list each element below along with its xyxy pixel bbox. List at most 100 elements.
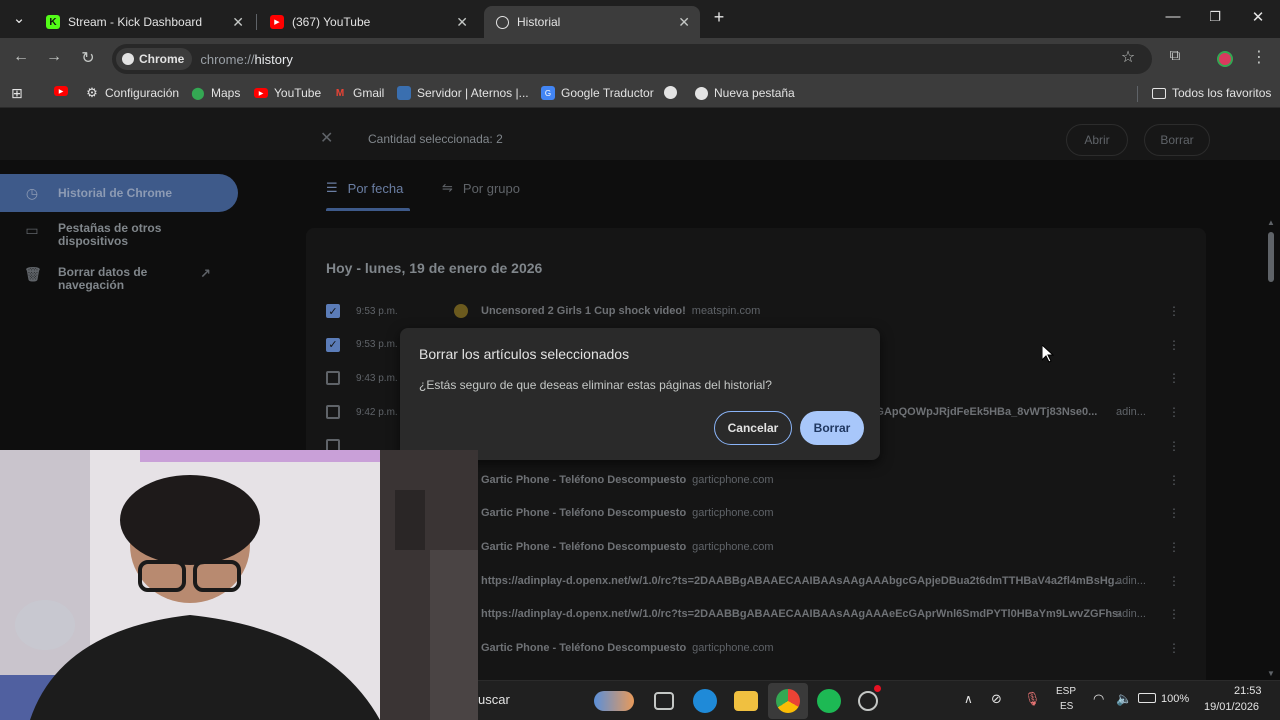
bookmark-configuracion[interactable]: ⚙ Configuración [85, 85, 179, 100]
scroll-down-icon[interactable]: ▼ [1267, 669, 1275, 678]
forward-icon[interactable]: → [43, 48, 65, 66]
spotify-icon[interactable] [817, 689, 841, 713]
confirm-delete-button[interactable]: Borrar [800, 411, 864, 445]
row-title-link[interactable]: Gartic Phone - Teléfono Descompuesto gart… [481, 541, 774, 553]
language-top[interactable]: ESP [1056, 686, 1076, 697]
dialog-body: ¿Estás seguro de que deseas eliminar est… [419, 378, 772, 392]
back-icon[interactable]: ← [10, 48, 32, 66]
cancel-button[interactable]: Cancelar [714, 411, 792, 445]
profile-avatar[interactable] [1217, 51, 1233, 67]
clear-selection-icon[interactable]: ✕ [320, 128, 333, 148]
tab-youtube[interactable]: ▶ (367) YouTube ✕ [258, 6, 478, 38]
close-icon[interactable]: ✕ [232, 14, 244, 31]
scroll-thumb[interactable] [1268, 232, 1274, 282]
translate-icon: G [541, 86, 555, 100]
taskbar-search[interactable]: uscar [478, 692, 510, 707]
group-icon: ⇋ [442, 180, 453, 195]
tab-por-grupo[interactable]: ⇋ Por grupo [442, 180, 520, 196]
close-icon[interactable]: ✕ [678, 14, 690, 31]
tab-kick[interactable]: K Stream - Kick Dashboard ✕ [34, 6, 254, 38]
row-menu-icon[interactable]: ⋮ [1168, 540, 1180, 554]
row-menu-icon[interactable]: ⋮ [1168, 439, 1180, 453]
app-icon[interactable] [858, 691, 878, 711]
bookmark-gmail[interactable]: M Gmail [333, 86, 385, 100]
language-bottom[interactable]: ES [1060, 701, 1073, 712]
extensions-icon[interactable]: ⧉ [1164, 47, 1186, 64]
close-icon[interactable]: ✕ [456, 14, 468, 31]
row-menu-icon[interactable]: ⋮ [1168, 338, 1180, 352]
bookmark-globe[interactable] [664, 86, 683, 99]
battery-icon[interactable] [1138, 693, 1156, 703]
chrome-chip[interactable]: Chrome [116, 48, 193, 70]
file-explorer-icon[interactable] [734, 691, 758, 711]
tray-chevron-icon[interactable]: ∧ [964, 692, 973, 706]
row-menu-icon[interactable]: ⋮ [1168, 473, 1180, 487]
scrollbar[interactable]: ▲ ▼ [1266, 218, 1276, 678]
row-menu-icon[interactable]: ⋮ [1168, 574, 1180, 588]
menu-icon[interactable]: ⋮ [1248, 47, 1270, 67]
bookmark-aternos[interactable]: Servidor | Aternos |... [397, 86, 529, 100]
delete-selected-button[interactable]: Borrar [1144, 124, 1210, 156]
history-icon: ◷ [25, 185, 39, 201]
bookmark-youtube[interactable]: ▶ [54, 86, 74, 96]
row-title-link[interactable]: https://adinplay-d.openx.net/w/1.0/rc?ts… [481, 608, 1121, 620]
tab-por-fecha[interactable]: ☰ Por fecha [326, 180, 403, 196]
row-checkbox[interactable]: ✓ [326, 304, 340, 318]
address-bar[interactable]: Chrome chrome://history [112, 44, 1152, 74]
row-title-link[interactable]: https://adinplay-d.openx.net/w/1.0/rc?ts… [481, 575, 1121, 587]
new-tab-icon[interactable]: + [704, 7, 734, 28]
row-menu-icon[interactable]: ⋮ [1168, 607, 1180, 621]
row-title-link[interactable]: ...ccGApQOWpJRjdFeEk5HBa_8vWTj83Nse0... [854, 406, 1103, 418]
row-menu-icon[interactable]: ⋮ [1168, 506, 1180, 520]
bookmark-traductor[interactable]: G Google Traductor [541, 86, 654, 100]
sidebar-item-other-devices[interactable]: ▭ Pestañas de otros dispositivos [0, 222, 238, 248]
row-title-link[interactable]: Gartic Phone - Teléfono Descompuesto gart… [481, 642, 774, 654]
bookmark-youtube-2[interactable]: ▶ YouTube [254, 86, 321, 100]
history-row[interactable]: ✓ 9:53 p.m. Uncensored 2 Girls 1 Cup shock… [306, 294, 1206, 328]
bookmark-maps[interactable]: ⬤ Maps [191, 86, 240, 100]
row-title: https://adinplay-d.openx.net/w/1.0/rc?ts… [481, 574, 1121, 587]
edge-icon[interactable] [693, 689, 717, 713]
window-close-icon[interactable]: ✕ [1243, 8, 1273, 26]
delete-confirm-dialog: Borrar los artículos seleccionados ¿Está… [400, 328, 880, 460]
reload-icon[interactable]: ↻ [77, 48, 99, 68]
chrome-icon[interactable] [776, 689, 800, 713]
row-domain-short: adin... [1116, 406, 1146, 419]
row-checkbox[interactable] [326, 405, 340, 420]
wifi-icon[interactable]: ◠ [1093, 691, 1104, 707]
row-menu-icon[interactable]: ⋮ [1168, 405, 1180, 419]
row-menu-icon[interactable]: ⋮ [1168, 641, 1180, 655]
row-domain: garticphone.com [692, 473, 774, 486]
sidebar-item-label: Borrar datos de navegación [58, 265, 148, 292]
row-checkbox[interactable] [326, 371, 340, 386]
clock-time[interactable]: 21:53 [1234, 685, 1262, 697]
row-menu-icon[interactable]: ⋮ [1168, 304, 1180, 318]
apps-icon[interactable]: ⊞ [11, 85, 23, 102]
star-icon[interactable]: ☆ [1117, 47, 1139, 67]
tab-historial[interactable]: Historial ✕ [484, 6, 700, 38]
selection-toolbar: ✕ Cantidad seleccionada: 2 Abrir Borrar [0, 108, 1280, 160]
sidebar-item-chrome-history[interactable]: ◷ Historial de Chrome [0, 174, 238, 212]
network-off-icon[interactable]: ⊘ [991, 691, 1002, 707]
tab-search-icon[interactable]: ⌄ [4, 9, 34, 27]
bookmark-nueva-pestana[interactable]: Nueva pestaña [695, 86, 795, 100]
search-highlight-icon[interactable] [594, 691, 634, 711]
scroll-up-icon[interactable]: ▲ [1267, 218, 1275, 227]
volume-icon[interactable]: 🔈 [1116, 691, 1132, 707]
minimize-icon[interactable]: — [1158, 8, 1188, 25]
restore-icon[interactable]: ❐ [1200, 9, 1230, 25]
bookmark-label: Servidor | Aternos |... [417, 86, 529, 100]
row-title-link[interactable]: Gartic Phone - Teléfono Descompuesto gart… [481, 474, 774, 486]
sidebar-item-clear-data[interactable]: 🗑 Borrar datos de navegación ↗ [0, 266, 238, 292]
task-view-icon[interactable] [654, 692, 674, 710]
all-bookmarks[interactable]: Todos los favoritos [1152, 86, 1271, 100]
row-title-link[interactable]: Uncensored 2 Girls 1 Cup shock video! mea… [481, 305, 760, 317]
globe-icon [695, 86, 708, 100]
row-checkbox[interactable]: ✓ [326, 337, 340, 352]
clock-date[interactable]: 19/01/2026 [1204, 701, 1259, 713]
microphone-icon[interactable]: 🎙 [1024, 691, 1041, 707]
bookmarks-bar: ⊞ ▶ ⚙ Configuración ⬤ Maps ▶ YouTube M G… [0, 80, 1280, 108]
row-title-link[interactable]: Gartic Phone - Teléfono Descompuesto gart… [481, 507, 774, 519]
row-menu-icon[interactable]: ⋮ [1168, 371, 1180, 385]
open-button[interactable]: Abrir [1066, 124, 1128, 156]
